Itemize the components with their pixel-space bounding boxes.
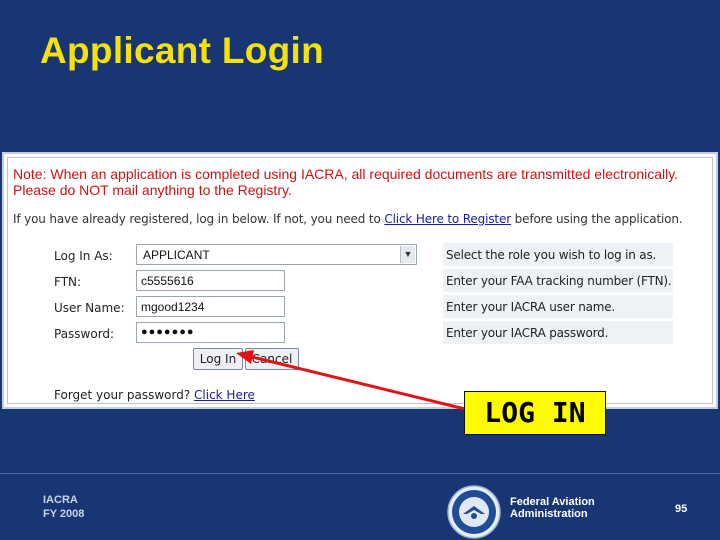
faa-seal-icon	[447, 485, 501, 539]
username-input[interactable]: mgood1234	[136, 296, 285, 317]
password-label: Password:	[54, 327, 115, 341]
footer-divider	[0, 473, 720, 474]
ftn-input[interactable]: c5555616	[136, 270, 285, 291]
login-screenshot: Note: When an application is completed u…	[2, 152, 718, 409]
ftn-row: FTN: c5555616 Enter your FAA tracking nu…	[8, 269, 720, 294]
username-help: Enter your IACRA user name.	[443, 295, 673, 318]
password-help: Enter your IACRA password.	[443, 321, 673, 344]
login-as-label: Log In As:	[54, 249, 113, 263]
register-link[interactable]: Click Here to Register	[384, 212, 511, 226]
faa-org: Federal Aviation Administration	[510, 496, 595, 520]
login-as-help: Select the role you wish to log in as.	[443, 243, 673, 266]
chevron-down-icon[interactable]: ▼	[400, 246, 415, 263]
forgot-prefix: Forget your password?	[54, 388, 195, 402]
password-input[interactable]: ●●●●●●●	[136, 322, 285, 343]
ftn-label: FTN:	[54, 275, 82, 289]
login-callout: LOG IN	[464, 391, 606, 435]
forgot-password: Forget your password? Click Here	[54, 388, 255, 402]
footer-year: FY 2008	[43, 508, 85, 520]
slide-title: Applicant Login	[40, 30, 325, 71]
note-line-2: Please do NOT mail anything to the Regis…	[13, 182, 292, 198]
register-suffix: before using the application.	[511, 212, 683, 226]
forgot-password-link[interactable]: Click Here	[194, 388, 255, 402]
login-panel: Note: When an application is completed u…	[7, 157, 713, 404]
register-prefix: If you have already registered, log in b…	[13, 212, 385, 226]
ftn-help: Enter your FAA tracking number (FTN).	[443, 269, 673, 292]
login-as-row: Log In As: APPLICANT ▼ Select the role y…	[8, 243, 720, 268]
cancel-button[interactable]: Cancel	[245, 348, 299, 370]
password-row: Password: ●●●●●●● Enter your IACRA passw…	[8, 321, 720, 346]
page-number: 95	[675, 503, 688, 515]
note-text: Note: When an application is completed u…	[13, 166, 718, 198]
footer-program: IACRA	[43, 494, 78, 506]
note-line-1: Note: When an application is completed u…	[13, 166, 679, 182]
login-as-value: APPLICANT	[143, 248, 210, 262]
username-label: User Name:	[54, 301, 125, 315]
username-row: User Name: mgood1234 Enter your IACRA us…	[8, 295, 720, 320]
login-as-select[interactable]: APPLICANT ▼	[136, 244, 417, 265]
footer-left: IACRA FY 2008	[43, 493, 84, 521]
register-line: If you have already registered, log in b…	[13, 212, 720, 226]
faa-org-line-2: Administration	[510, 508, 588, 520]
faa-org-line-1: Federal Aviation	[510, 496, 595, 508]
login-button[interactable]: Log In	[193, 348, 243, 370]
